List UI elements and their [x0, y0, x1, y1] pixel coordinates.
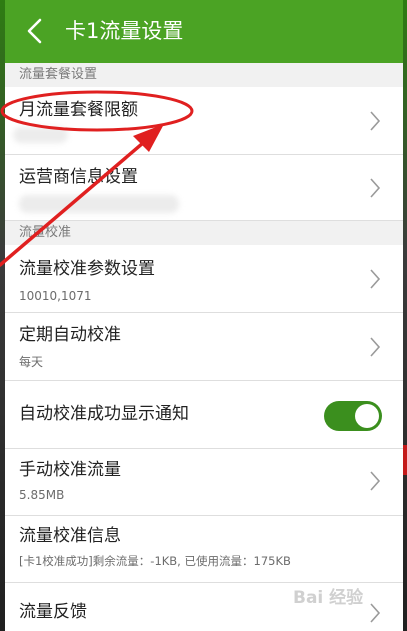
row-calibration-info[interactable]: 流量校准信息 [卡1校准成功]剩余流量：-1KB, 已使用流量：175KB: [5, 516, 403, 583]
row-subtitle: 10010,1071: [19, 289, 92, 303]
row-success-notification[interactable]: 自动校准成功显示通知: [5, 381, 403, 449]
section-header-calibration: 流量校准: [5, 221, 403, 245]
row-subtitle: 5.85MB: [19, 488, 65, 502]
section-header-plan: 流量套餐设置: [5, 63, 403, 87]
chevron-right-icon: [370, 178, 381, 198]
row-carrier-settings[interactable]: 运营商信息设置: [5, 155, 403, 221]
row-title: 流量反馈: [19, 602, 87, 622]
back-button[interactable]: [19, 14, 53, 48]
chevron-right-icon: [370, 337, 381, 357]
page-title: 卡1流量设置: [65, 19, 184, 43]
row-title: 自动校准成功显示通知: [19, 404, 189, 424]
watermark: Bai 经验: [293, 588, 364, 608]
chevron-right-icon: [370, 603, 381, 623]
chevron-right-icon: [370, 111, 381, 131]
chevron-right-icon: [370, 471, 381, 491]
blurred-value: [13, 127, 68, 143]
row-title: 流量校准参数设置: [19, 259, 155, 279]
toggle-knob: [355, 404, 379, 428]
row-manual-calibration[interactable]: 手动校准流量 5.85MB: [5, 449, 403, 516]
row-title: 月流量套餐限额: [19, 100, 138, 120]
row-subtitle: 每天: [19, 355, 44, 369]
blurred-value: [19, 195, 179, 213]
chevron-right-icon: [370, 269, 381, 289]
settings-screen: 卡1流量设置 流量套餐设置 月流量套餐限额 运营商信息设置 流量校准 流量校准参…: [5, 0, 403, 631]
row-scheduled-calibration[interactable]: 定期自动校准 每天: [5, 313, 403, 381]
row-monthly-limit[interactable]: 月流量套餐限额: [5, 87, 403, 155]
notification-toggle[interactable]: [324, 401, 382, 431]
background-edge-right: [403, 0, 407, 631]
row-title: 流量校准信息: [19, 526, 121, 546]
row-title: 运营商信息设置: [19, 167, 138, 187]
row-calibration-params[interactable]: 流量校准参数设置 10010,1071: [5, 245, 403, 313]
chevron-left-icon: [27, 18, 42, 44]
row-subtitle: [卡1校准成功]剩余流量：-1KB, 已使用流量：175KB: [19, 554, 291, 568]
row-title: 定期自动校准: [19, 325, 121, 345]
row-title: 手动校准流量: [19, 460, 121, 480]
app-header: 卡1流量设置: [5, 0, 403, 63]
